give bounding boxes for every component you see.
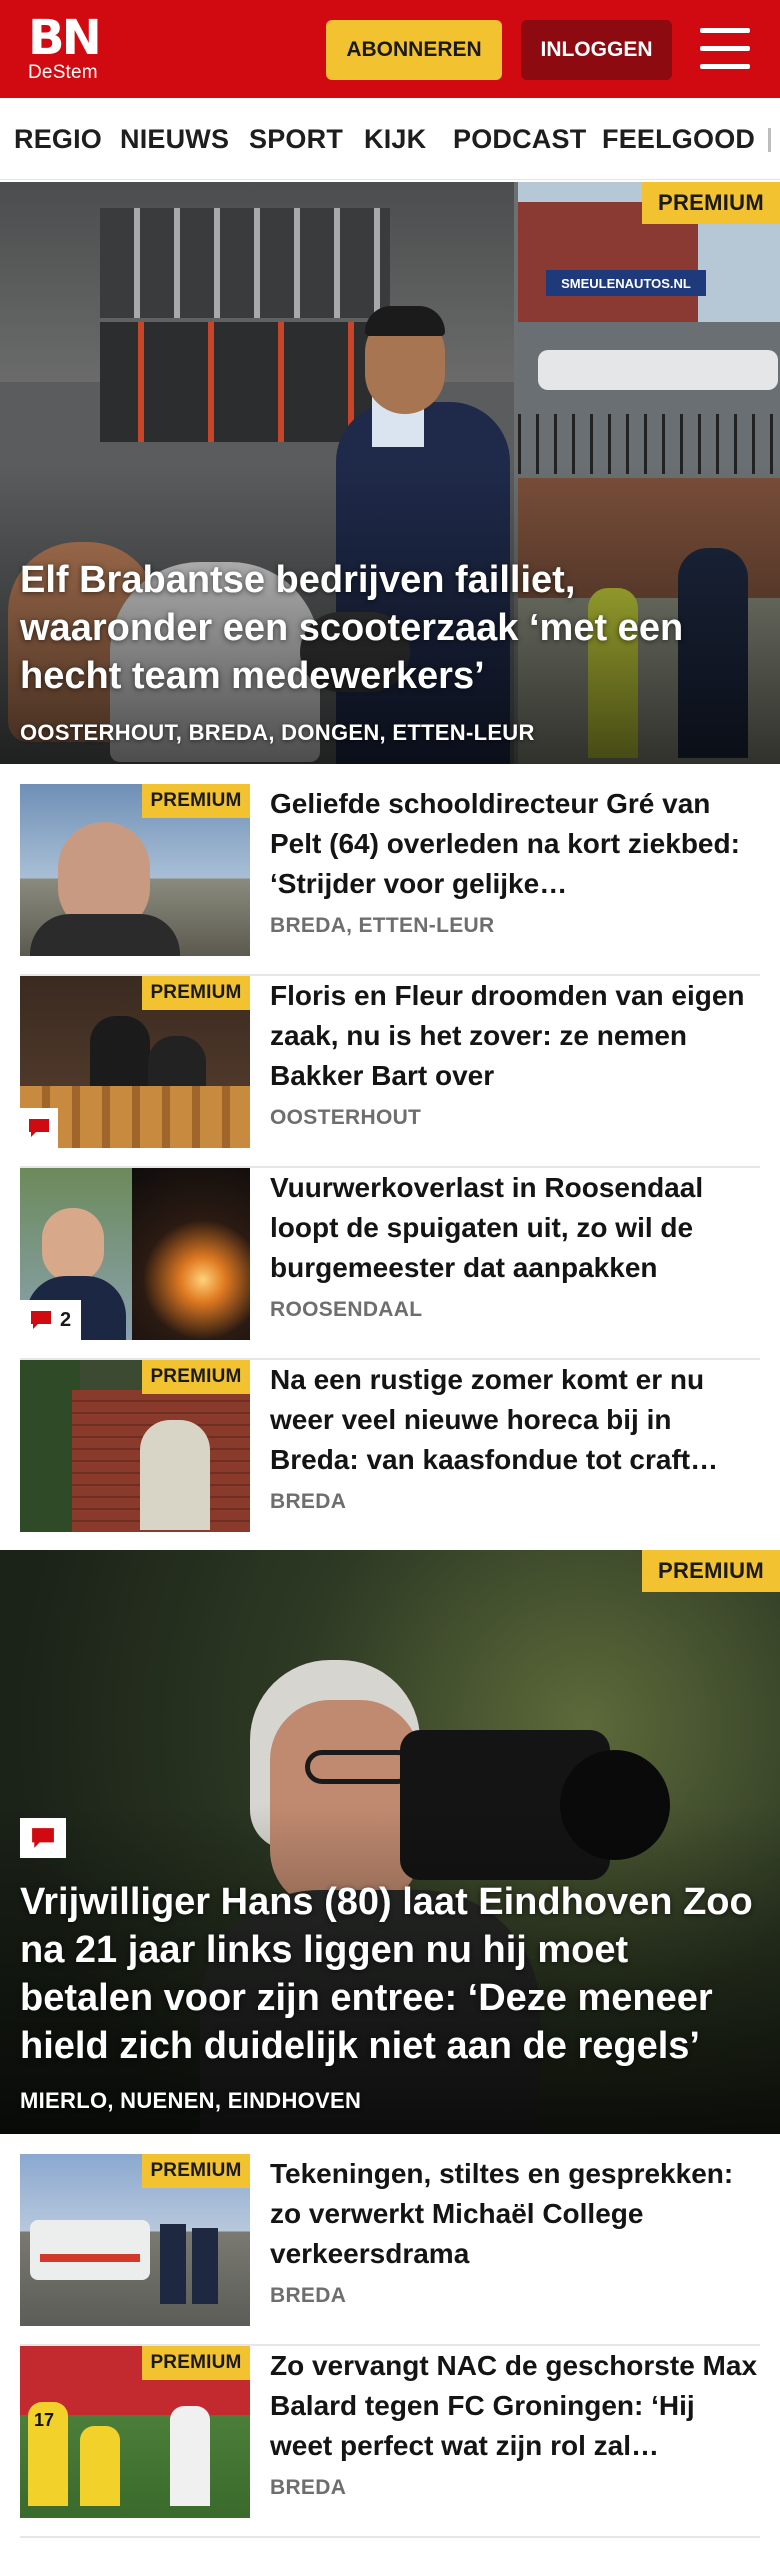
hero2-locations: MIERLO, NUENEN, EINDHOVEN [20, 2088, 362, 2113]
man-hair [365, 306, 445, 336]
police-stripe [40, 2254, 140, 2262]
article-title[interactable]: Tekeningen, stiltes en gesprekken: zo ve… [270, 2154, 760, 2274]
comment-indicator[interactable] [20, 1108, 58, 1148]
player-yellow: 17 [28, 2402, 68, 2506]
helmet-shelf [100, 208, 390, 318]
comment-icon [32, 1828, 54, 1848]
glasses [305, 1750, 415, 1784]
player-yellow [80, 2426, 120, 2506]
list-item[interactable]: PREMIUM Tekeningen, stiltes en gesprekke… [20, 2154, 760, 2346]
article-location: BREDA, ETTEN-LEUR [270, 914, 495, 937]
article-thumbnail: PREMIUM [20, 784, 250, 956]
article-title[interactable]: Zo vervangt NAC de geschorste Max Balard… [270, 2346, 760, 2466]
nav-item-sport[interactable]: SPORT [249, 124, 343, 155]
hero1-locations: OOSTERHOUT, BREDA, DONGEN, ETTEN-LEUR [20, 720, 535, 745]
comment-icon [29, 1119, 49, 1137]
list-item[interactable]: PREMIUM Na een rustige zomer komt er nu … [20, 1360, 760, 1552]
premium-badge: PREMIUM [142, 2346, 250, 2380]
hamburger-icon[interactable] [700, 28, 752, 70]
nav-item-feelgood[interactable]: FEELGOOD [602, 124, 755, 155]
article-location: ROOSENDAAL [270, 1298, 423, 1321]
nav-item-nieuws[interactable]: NIEUWS [120, 124, 229, 155]
subscribe-button[interactable]: ABONNEREN [326, 20, 502, 80]
nav-item-kijk[interactable]: KIJK [364, 124, 426, 155]
article-thumbnail: PREMIUM [20, 2154, 250, 2326]
site-header: BN DeStem ABONNEREN INLOGGEN [0, 0, 780, 98]
premium-badge: PREMIUM [142, 784, 250, 818]
helmet-shelf-lower [100, 322, 380, 442]
article-title[interactable]: Geliefde schooldirecteur Gré van Pelt (6… [270, 784, 760, 904]
sponsor-banner [20, 2356, 130, 2386]
hero2-title[interactable]: Vrijwilliger Hans (80) laat Eindhoven Zo… [20, 1878, 770, 2070]
article-location: BREDA [270, 1490, 347, 1513]
article-thumbnail: 17 PREMIUM [20, 2346, 250, 2518]
foliage [20, 1360, 80, 1532]
police-car [30, 2220, 150, 2280]
list-item[interactable]: 2 Vuurwerkoverlast in Roosendaal loopt d… [20, 1168, 760, 1360]
hero1-photo-dealer: SMEULENAUTOS.NL [518, 182, 780, 474]
article-title[interactable]: Na een rustige zomer komt er nu weer vee… [270, 1360, 760, 1480]
hero1-title[interactable]: Elf Brabantse bedrijven failliet, waaron… [20, 556, 760, 700]
section-nav: REGIO NIEUWS SPORT KIJK PODCAST FEELGOOD [0, 98, 780, 180]
comment-icon [31, 1311, 51, 1329]
article-thumbnail: PREMIUM [20, 976, 250, 1148]
dealer-sign: SMEULENAUTOS.NL [546, 270, 706, 296]
article-thumbnail: 2 [20, 1168, 250, 1340]
portrait-coat [30, 914, 180, 956]
hero-article-1[interactable]: SMEULENAUTOS.NL PREMIUM Elf Brabantse be… [0, 182, 780, 764]
article-thumbnail: PREMIUM [20, 1360, 250, 1532]
article-title[interactable]: Floris en Fleur droomden van eigen zaak,… [270, 976, 760, 1096]
premium-badge: PREMIUM [142, 2154, 250, 2188]
list-item[interactable]: PREMIUM Geliefde schooldirecteur Gré van… [20, 784, 760, 976]
premium-badge: PREMIUM [142, 976, 250, 1010]
comment-indicator[interactable]: 2 [20, 1300, 82, 1340]
nav-overflow-indicator [768, 128, 771, 152]
premium-badge: PREMIUM [642, 182, 780, 224]
player-white [170, 2406, 210, 2506]
parked-car [538, 350, 778, 390]
site-logo[interactable]: BN DeStem [28, 10, 102, 83]
list-item[interactable]: 17 PREMIUM Zo vervangt NAC de geschorste… [20, 2346, 760, 2538]
login-button[interactable]: INLOGGEN [521, 20, 672, 80]
premium-badge: PREMIUM [142, 1360, 250, 1394]
fireworks-photo [132, 1168, 250, 1340]
list-item[interactable]: PREMIUM Floris en Fleur droomden van eig… [20, 976, 760, 1168]
nav-item-regio[interactable]: REGIO [14, 124, 102, 155]
mayor-face [42, 1208, 104, 1282]
premium-badge: PREMIUM [642, 1550, 780, 1592]
shirt-number: 17 [34, 2410, 55, 2430]
nav-item-podcast[interactable]: PODCAST [453, 124, 586, 155]
hero-article-2[interactable]: PREMIUM Vrijwilliger Hans (80) laat Eind… [0, 1550, 780, 2134]
article-title[interactable]: Vuurwerkoverlast in Roosendaal loopt de … [270, 1168, 760, 1288]
article-location: OOSTERHOUT [270, 1106, 422, 1129]
article-location: BREDA [270, 2284, 347, 2307]
logo-bn-text: BN [28, 10, 102, 66]
bystander [192, 2228, 218, 2304]
comment-count: 2 [60, 1308, 72, 1331]
restaurant-sign [140, 1420, 210, 1530]
bystander [160, 2224, 186, 2304]
comment-indicator[interactable] [20, 1818, 66, 1858]
article-location: BREDA [270, 2476, 347, 2499]
logo-destem-text: DeStem [28, 62, 98, 83]
